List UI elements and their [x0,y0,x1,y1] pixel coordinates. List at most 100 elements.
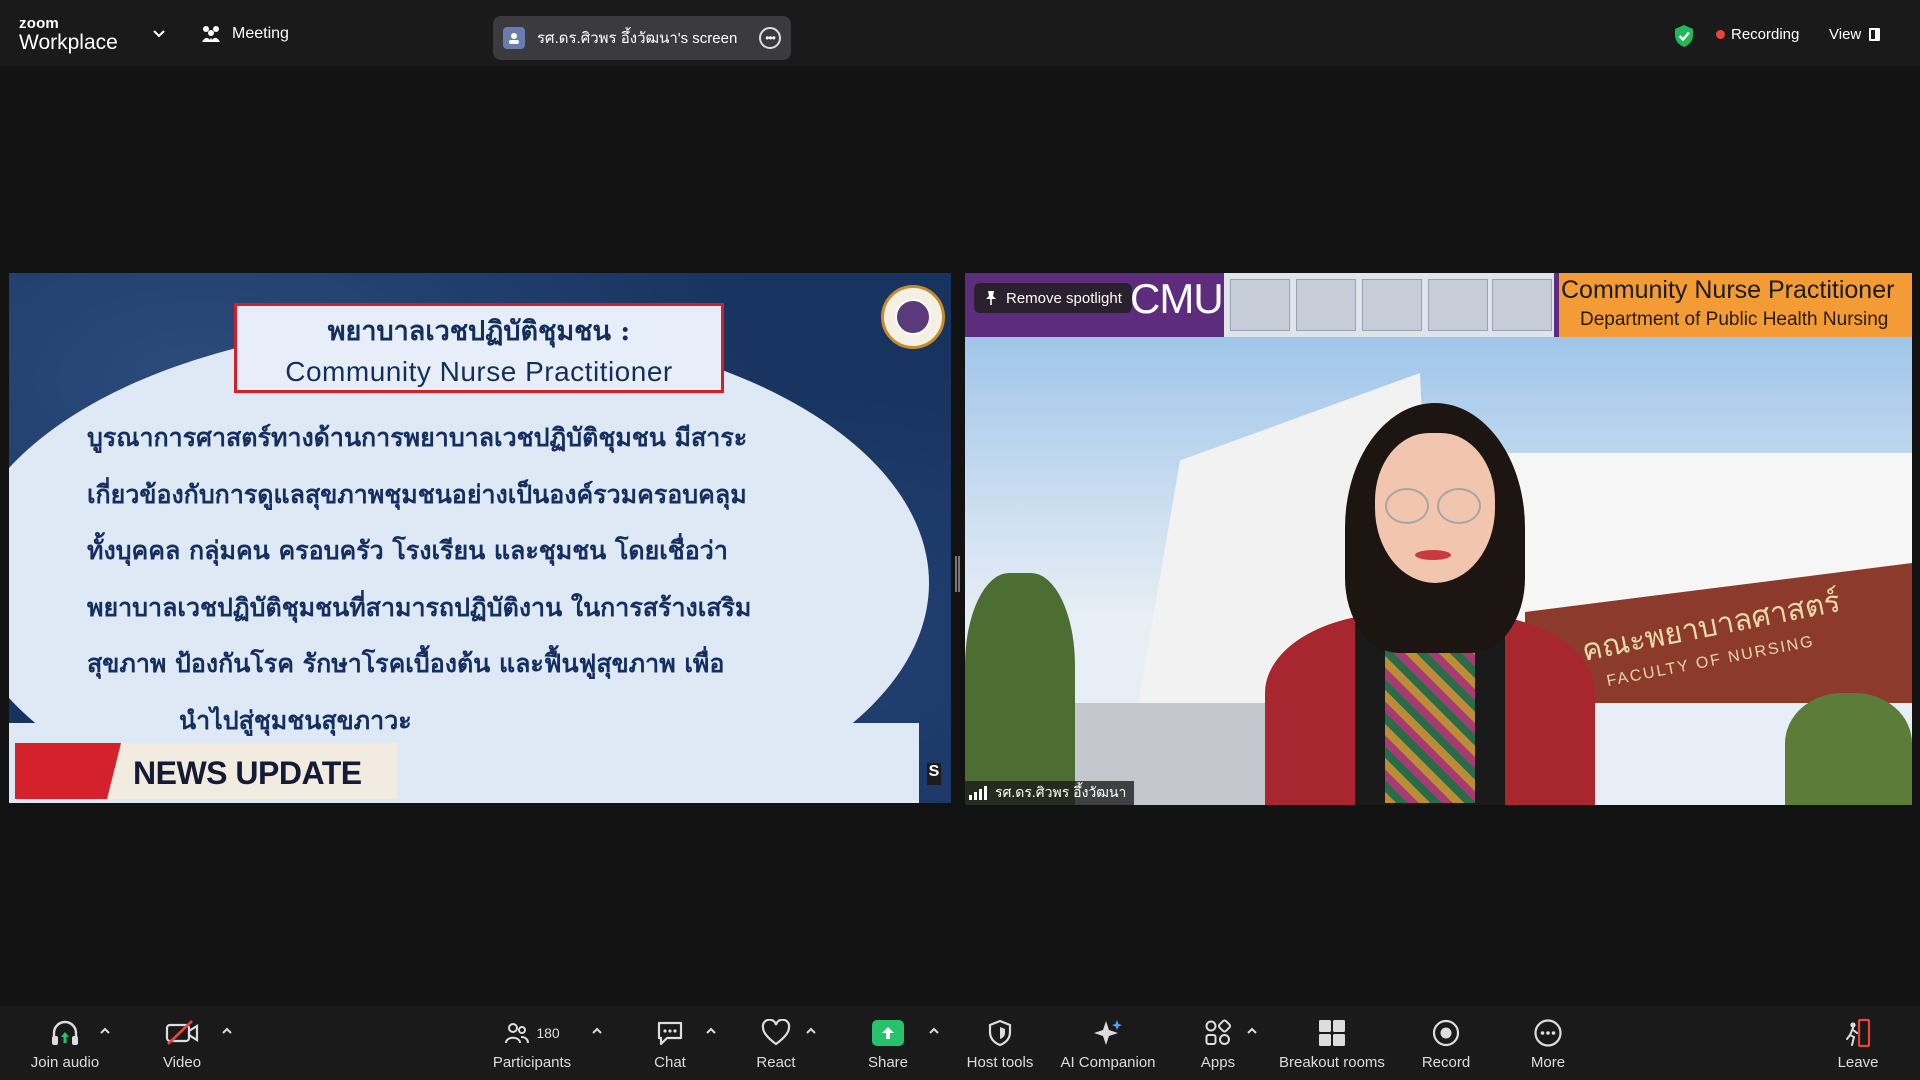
slide-body-line: เกี่ยวข้องกับการดูแลสุขภาพชุมชนอย่างเป็น… [87,479,747,509]
ai-sparkle-icon [1094,1019,1122,1045]
slide-body-line: นำไปสู่ชุมชนสุขภาวะ [179,705,412,735]
participants-button[interactable]: 180 Participants [486,1006,578,1080]
apps-label: Apps [1200,1053,1236,1071]
record-button[interactable]: Record [1416,1006,1476,1080]
slide-body-text: บูรณาการศาสตร์ทางด้านการพยาบาลเวชปฏิบัติ… [87,410,887,749]
host-tools-label: Host tools [966,1053,1034,1071]
presenter-avatar-icon [503,27,525,49]
chat-label: Chat [654,1053,686,1071]
meeting-controls-toolbar: Join audio Video 180 Participants Chat R… [0,1006,1920,1080]
meeting-stage: พยาบาลเวชปฏิบัติชุมชน : Community Nurse … [0,66,1920,1006]
participants-options-caret-icon[interactable] [591,1026,603,1036]
recording-label: Recording [1731,26,1800,43]
apps-options-caret-icon[interactable] [1246,1026,1258,1036]
more-button[interactable]: More [1518,1006,1578,1080]
share-screen-icon [872,1019,904,1046]
video-label: Video [162,1053,202,1071]
chat-icon [657,1021,683,1045]
pin-icon [986,291,996,305]
banner-subtitle: Department of Public Health Nursing [1580,309,1889,330]
meeting-icon [202,26,220,42]
zoom-workplace-logo[interactable]: zoom Workplace [19,16,118,53]
slide-body-line: สุขภาพ ป้องกันโรค รักษาโรคเบื้องต้น และฟ… [87,649,725,678]
news-update-banner: NEWS UPDATE [15,743,397,799]
share-options-caret-icon[interactable] [928,1026,940,1036]
recording-indicator[interactable]: Recording [1716,26,1799,43]
slide-title-box: พยาบาลเวชปฏิบัติชุมชน : Community Nurse … [234,303,724,393]
join-audio-label: Join audio [30,1053,100,1071]
slide-body-line: ทั้งบุคคล กลุ่มคน ครอบครัว โรงเรียน และช… [87,536,728,565]
slide-body-line: พยาบาลเวชปฏิบัติชุมชนที่สามารถปฏิบัติงาน… [87,592,752,622]
video-tree-left [965,573,1075,805]
connection-signal-icon [969,786,987,800]
banner-cmu-text: CMU [1130,275,1224,322]
breakout-rooms-label: Breakout rooms [1279,1053,1385,1071]
recording-dot-icon [1716,30,1725,39]
speaker-video-tile[interactable]: คณะพยาบาลศาสตร์ FACULTY OF NURSING CMU C… [965,273,1912,805]
video-options-caret-icon[interactable] [221,1026,233,1036]
heart-icon [761,1018,791,1045]
encryption-shield-icon[interactable] [1673,24,1695,48]
news-ticker-tail: S [927,763,941,785]
speaker-glasses-left [1385,488,1429,524]
chat-options-caret-icon[interactable] [705,1026,717,1036]
apps-grid-icon [1205,1018,1232,1045]
share-button[interactable]: Share [858,1006,918,1080]
leave-button[interactable]: Leave [1830,1006,1886,1080]
react-button[interactable]: React [746,1006,806,1080]
speaker-glasses-right [1437,488,1481,524]
record-icon [1432,1019,1460,1046]
remove-spotlight-button[interactable]: Remove spotlight [974,283,1132,313]
brand-small: zoom [19,15,59,32]
chat-button[interactable]: Chat [640,1006,700,1080]
meeting-menu-button[interactable]: Meeting [200,24,289,44]
shared-screen[interactable]: พยาบาลเวชปฏิบัติชุมชน : Community Nurse … [9,273,951,803]
breakout-rooms-icon [1319,1019,1345,1046]
breakout-rooms-button[interactable]: Breakout rooms [1274,1006,1390,1080]
speaker-vest-pattern [1385,633,1475,803]
host-tools-button[interactable]: Host tools [960,1006,1040,1080]
view-layout-icon [1869,28,1881,41]
chevron-down-icon[interactable] [151,28,167,40]
share-label: Share [867,1053,909,1071]
apps-button[interactable]: Apps [1190,1006,1246,1080]
react-options-caret-icon[interactable] [805,1026,817,1036]
more-options-icon[interactable]: ••• [759,27,781,49]
participants-icon [505,1022,530,1043]
view-label: View [1829,26,1862,43]
host-tools-shield-icon [988,1019,1012,1046]
video-tree-right [1785,693,1912,805]
video-button[interactable]: Video [146,1006,218,1080]
audio-options-caret-icon[interactable] [99,1026,111,1036]
more-label: More [1530,1053,1566,1071]
record-label: Record [1421,1053,1471,1071]
banner-photos [1224,273,1554,337]
view-button[interactable]: View [1829,26,1881,43]
brand-big: Workplace [19,31,118,54]
remove-spotlight-label: Remove spotlight [1006,289,1122,307]
react-label: React [756,1053,796,1071]
video-off-icon [165,1019,199,1045]
speaker-lips [1415,550,1451,560]
banner-title: Community Nurse Practitioner [1561,276,1895,304]
participants-count: 180 [536,1024,560,1041]
faculty-logo-icon [881,285,945,349]
participant-name: รศ.ดร.ศิวพร อึ้งวัฒนา [995,784,1127,800]
slide-title-english: Community Nurse Practitioner [285,355,673,387]
join-audio-button[interactable]: Join audio [22,1006,108,1080]
top-bar: zoom Workplace Meeting รศ.ดร.ศิวพร อึ้งว… [0,0,1920,66]
headphones-icon [52,1020,78,1045]
screen-share-label: รศ.ดร.ศิวพร อึ้งวัฒนา's screen [537,30,738,47]
split-view-drag-handle[interactable] [955,556,960,592]
leave-label: Leave [1837,1053,1879,1071]
news-stripes-icon [77,743,121,799]
banner-title-panel: Community Nurse Practitioner Department … [1559,273,1912,337]
screen-share-indicator[interactable]: รศ.ดร.ศิวพร อึ้งวัฒนา's screen ••• [493,16,791,60]
participants-label: Participants [492,1053,572,1071]
ai-companion-button[interactable]: AI Companion [1054,1006,1162,1080]
participant-name-tag: รศ.ดร.ศิวพร อึ้งวัฒนา [965,781,1135,805]
meeting-label: Meeting [232,25,289,42]
slide-title-thai: พยาบาลเวชปฏิบัติชุมชน : [327,315,631,347]
news-update-label: NEWS UPDATE [133,755,362,791]
more-icon [1534,1018,1562,1047]
